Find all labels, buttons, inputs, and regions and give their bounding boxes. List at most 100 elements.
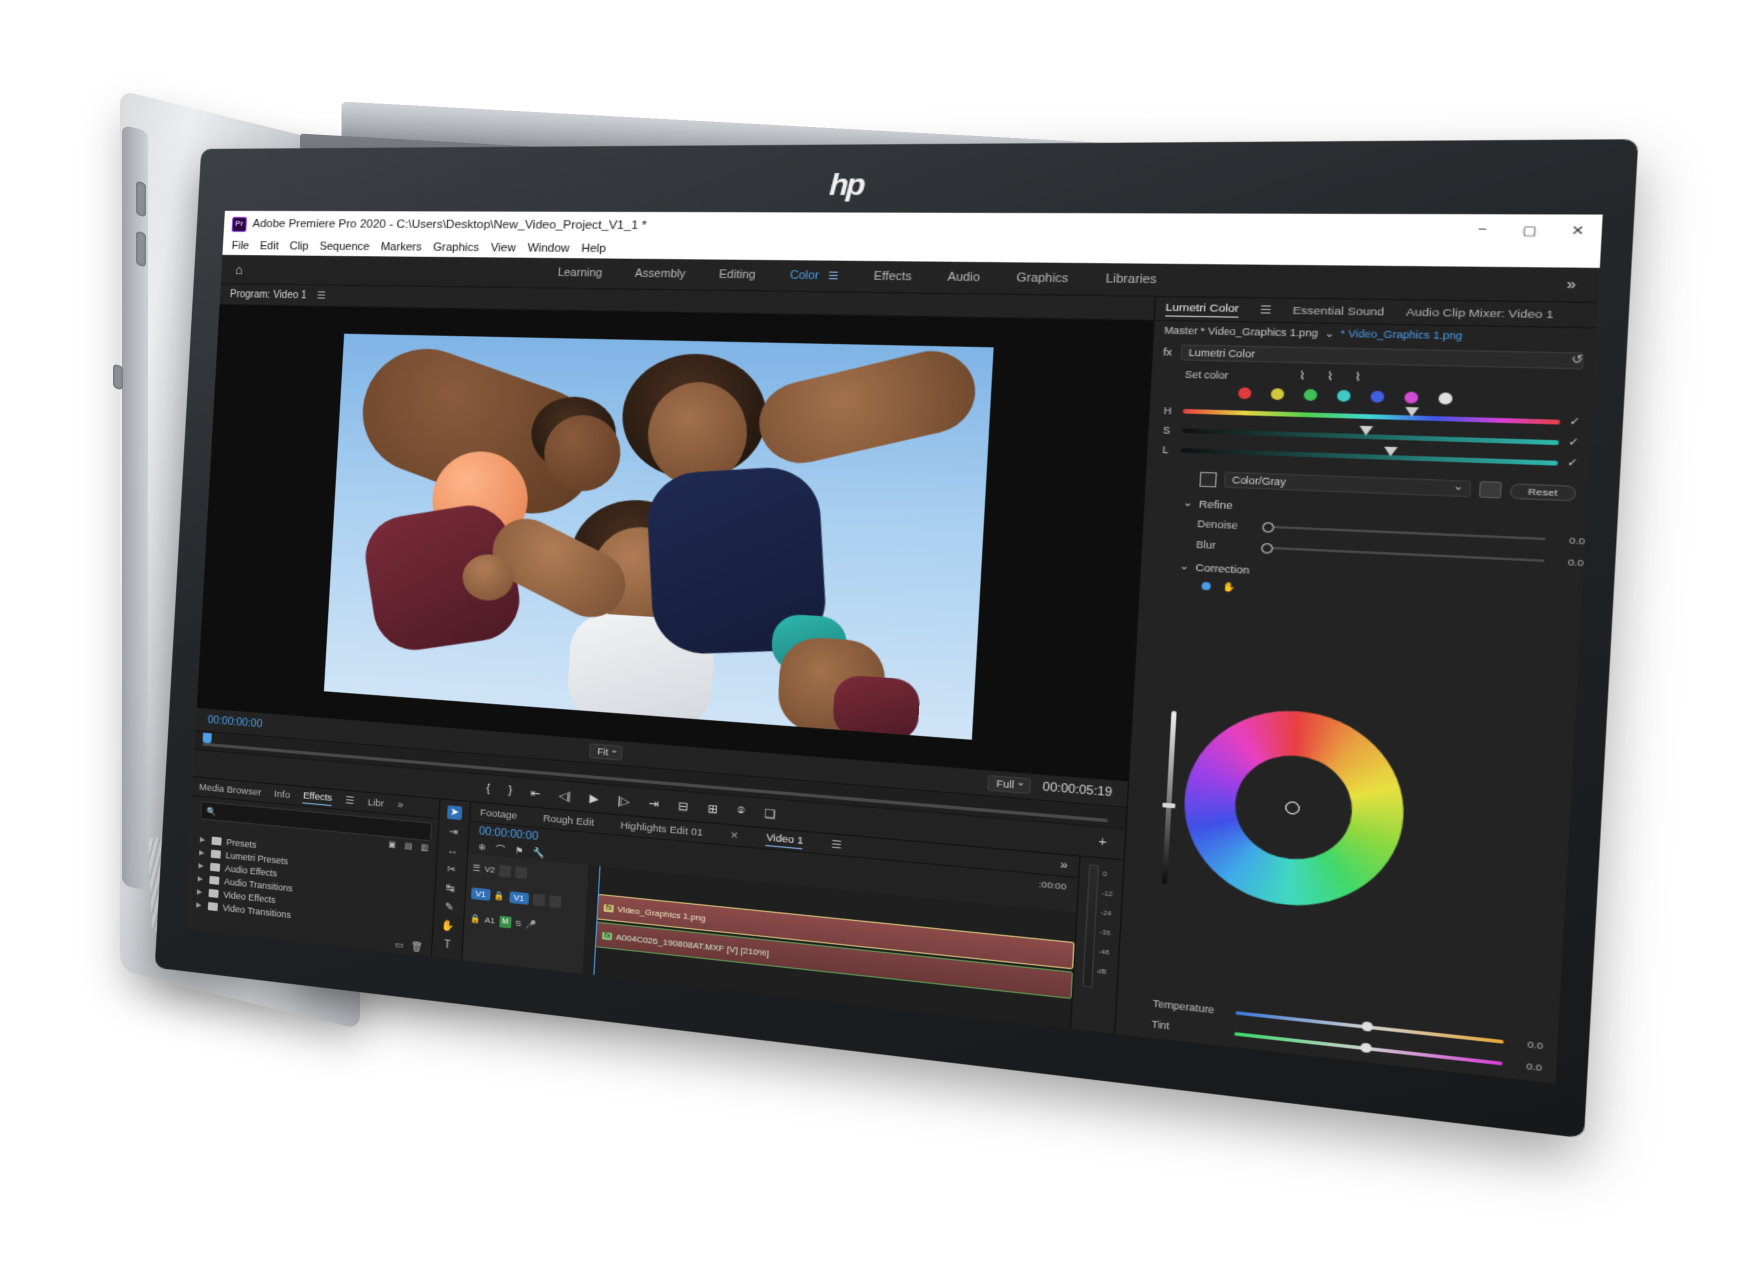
track-lock-icon[interactable]: 🔒: [494, 890, 505, 901]
denoise-value[interactable]: 0.0: [1553, 534, 1585, 547]
tab-learning[interactable]: Learning: [557, 266, 602, 279]
timeline-display-settings-icon[interactable]: 🔧: [533, 846, 546, 859]
tab-info[interactable]: Info: [274, 788, 290, 801]
minimize-button[interactable]: −: [1458, 214, 1507, 245]
program-timecode-left[interactable]: 00:00:00:00: [207, 714, 262, 731]
eyedropper-subtract-icon[interactable]: ⌇: [1354, 371, 1361, 384]
blur-value[interactable]: 0.0: [1552, 556, 1584, 568]
button-editor-icon[interactable]: +: [1098, 835, 1107, 849]
hand-tool[interactable]: ✋: [441, 920, 455, 933]
track-mute-icon[interactable]: [498, 864, 512, 878]
timeline-panel-menu-icon[interactable]: ☰: [831, 838, 842, 851]
timeline-overflow-icon[interactable]: »: [1060, 858, 1068, 872]
export-frame-icon[interactable]: ⌾: [737, 804, 745, 819]
track-eye-icon[interactable]: [548, 894, 562, 908]
step-back-icon[interactable]: ◁|: [558, 788, 571, 803]
step-forward-icon[interactable]: |▷: [617, 793, 630, 808]
menu-graphics[interactable]: Graphics: [433, 241, 480, 254]
tab-graphics[interactable]: Graphics: [1016, 271, 1069, 285]
workspace-menu-icon[interactable]: ☰: [828, 270, 839, 282]
32bit-color-icon[interactable]: ▤: [404, 841, 412, 851]
pen-tool[interactable]: ✎: [445, 901, 454, 913]
swatch-white[interactable]: [1438, 392, 1453, 405]
hue-slider-check[interactable]: ✓: [1569, 415, 1580, 429]
lift-icon[interactable]: ⊟: [678, 798, 689, 814]
tab-rough-edit[interactable]: Rough Edit: [543, 812, 595, 828]
sat-slider-check[interactable]: ✓: [1568, 436, 1579, 450]
menu-help[interactable]: Help: [581, 242, 606, 255]
delete-icon[interactable]: 🗑: [410, 941, 423, 957]
zoom-level-select[interactable]: Fit: [589, 743, 624, 761]
tab-lumetri-color[interactable]: Lumetri Color: [1165, 301, 1240, 318]
maximize-button[interactable]: ▢: [1505, 214, 1554, 245]
resolution-select[interactable]: Full: [987, 774, 1031, 795]
play-icon[interactable]: ▶: [589, 791, 599, 806]
panel-menu-icon[interactable]: ☰: [316, 290, 326, 301]
go-to-out-icon[interactable]: ⇥: [648, 796, 659, 811]
extract-icon[interactable]: ⊞: [707, 801, 718, 816]
video-preview[interactable]: [323, 333, 994, 740]
effects-panel-menu-icon[interactable]: ☰: [345, 794, 355, 806]
slip-tool[interactable]: ↹: [446, 883, 455, 895]
correction-hand-icon[interactable]: ✋: [1222, 582, 1236, 593]
lumetri-master-link[interactable]: * Video_Graphics 1.png: [1340, 328, 1462, 342]
swatch-green[interactable]: [1303, 388, 1318, 402]
swatch-yellow[interactable]: [1270, 388, 1285, 401]
tab-video-1[interactable]: Video 1: [765, 831, 804, 849]
track-sync-icon[interactable]: [532, 893, 545, 906]
tab-assembly[interactable]: Assembly: [635, 267, 686, 280]
reset-button[interactable]: Reset: [1509, 482, 1577, 501]
track-eye-icon[interactable]: [514, 865, 528, 879]
track-lock-icon[interactable]: 🔒: [470, 913, 481, 924]
swatch-cyan[interactable]: [1336, 389, 1351, 402]
mask-icon[interactable]: [1199, 471, 1217, 487]
tab-audio-clip-mixer[interactable]: Audio Clip Mixer: Video 1: [1406, 306, 1554, 321]
go-to-in-icon[interactable]: ⇤: [530, 786, 541, 801]
menu-markers[interactable]: Markers: [380, 241, 422, 254]
chevron-down-icon[interactable]: ⌄: [1324, 327, 1334, 340]
tab-essential-sound[interactable]: Essential Sound: [1292, 304, 1384, 318]
hue-slider-track[interactable]: [1182, 406, 1561, 424]
invert-mask-icon[interactable]: [1478, 480, 1503, 499]
tab-libraries-panel[interactable]: Libr: [367, 796, 384, 809]
new-bin-icon[interactable]: ▭: [394, 939, 404, 955]
tab-audio[interactable]: Audio: [947, 271, 980, 285]
tint-value[interactable]: 0.0: [1511, 1058, 1542, 1073]
ycbcr-icon[interactable]: ▥: [420, 842, 428, 852]
menu-window[interactable]: Window: [527, 242, 570, 255]
comparison-view-icon[interactable]: ❏: [764, 806, 776, 821]
temperature-value[interactable]: 0.0: [1512, 1037, 1543, 1051]
track-mute-button[interactable]: M: [499, 915, 512, 928]
swatch-magenta[interactable]: [1404, 391, 1419, 404]
snap-icon[interactable]: ❄: [478, 841, 487, 853]
selection-tool[interactable]: ➤: [446, 805, 463, 821]
ripple-edit-tool[interactable]: ↔: [447, 845, 458, 858]
denoise-slider[interactable]: [1261, 521, 1546, 541]
razor-tool[interactable]: ✂: [447, 864, 456, 876]
eyedropper-icon[interactable]: ⌇: [1299, 370, 1306, 383]
tab-media-browser[interactable]: Media Browser: [199, 781, 262, 798]
tab-libraries[interactable]: Libraries: [1105, 272, 1157, 286]
tab-highlights-edit[interactable]: Highlights Edit 01: [620, 819, 703, 838]
lumetri-panel-menu-icon[interactable]: ☰: [1260, 304, 1272, 317]
color-gray-select[interactable]: Color/Gray: [1223, 471, 1472, 498]
marker-icon[interactable]: ⚑: [515, 845, 524, 857]
lum-slider-track[interactable]: [1180, 446, 1559, 466]
home-icon[interactable]: ⌂: [235, 262, 244, 277]
swatch-red[interactable]: [1237, 387, 1252, 400]
lum-slider-check[interactable]: ✓: [1567, 456, 1578, 470]
workspace-overflow-icon[interactable]: »: [1566, 276, 1576, 293]
eyedropper-add-icon[interactable]: ⌇: [1326, 371, 1333, 384]
track-mic-icon[interactable]: 🎤: [525, 919, 536, 930]
tab-color[interactable]: Color: [790, 269, 820, 282]
tab-footage[interactable]: Footage: [480, 807, 518, 822]
track-select-tool[interactable]: ⇥: [449, 826, 458, 838]
color-wheel[interactable]: [1179, 703, 1409, 915]
linked-selection-icon[interactable]: ⌒: [495, 842, 505, 857]
tab-effects[interactable]: Effects: [873, 270, 912, 284]
menu-file[interactable]: File: [231, 240, 249, 252]
menu-view[interactable]: View: [490, 242, 516, 255]
mark-in-icon[interactable]: {: [486, 782, 491, 795]
reset-icon[interactable]: ↺: [1571, 353, 1584, 367]
track-toggle-icon[interactable]: ☰: [472, 863, 480, 873]
